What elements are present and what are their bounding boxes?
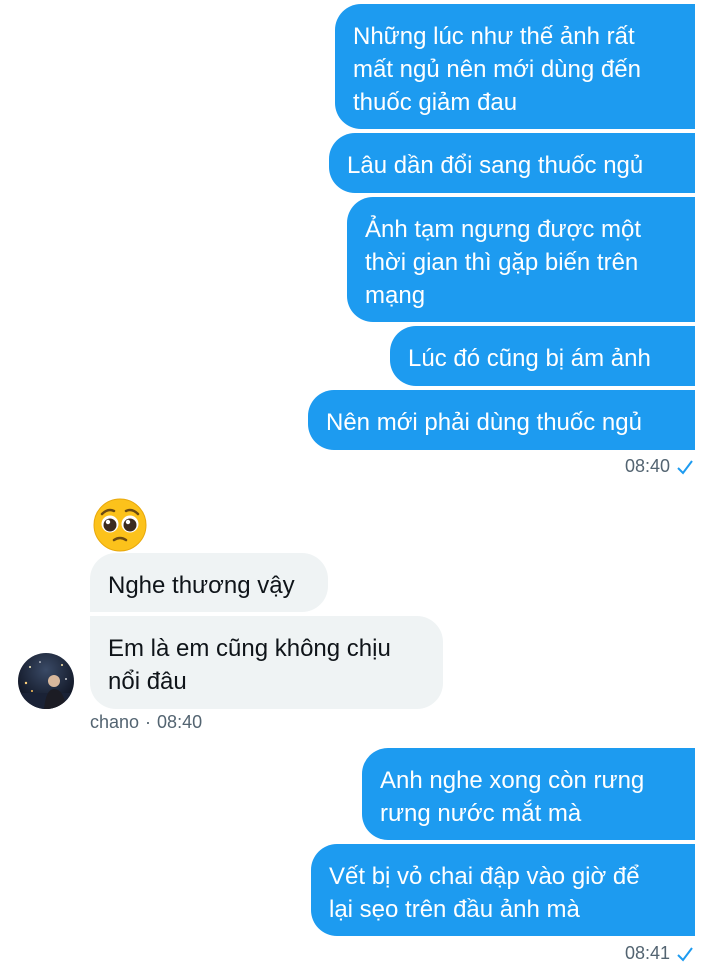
timestamp-text: 08:41 [624,943,670,963]
checkmark-icon [677,946,693,962]
message-bubble-incoming[interactable]: Nghe thương vậy [90,553,328,612]
message-bubble-outgoing[interactable]: Ảnh tạm ngưng được một thời gian thì gặp… [347,197,695,322]
timestamp-text: 08:40 [624,456,670,476]
message-bubble-outgoing[interactable]: Vết bị vỏ chai đập vào giờ để lại sẹo tr… [311,844,695,936]
timestamp-text: 08:40 [157,712,203,732]
sender-meta: chano · 08:40 [90,712,202,733]
avatar-image [18,653,74,709]
message-bubble-outgoing[interactable]: Anh nghe xong còn rưng rưng nước mắt mà [362,748,695,840]
message-bubble-incoming[interactable]: Em là em cũng không chịu nổi đâu [90,616,443,709]
pleading-face-emoji[interactable] [92,497,148,553]
message-bubble-outgoing[interactable]: Lúc đó cũng bị ám ảnh [390,326,695,386]
message-bubble-outgoing[interactable]: Những lúc như thế ảnh rất mất ngủ nên mớ… [335,4,695,129]
checkmark-icon [677,459,693,475]
message-timestamp: 08:40 [625,456,694,477]
avatar[interactable] [18,653,74,709]
message-bubble-outgoing[interactable]: Lâu dần đổi sang thuốc ngủ [329,133,695,193]
message-bubble-outgoing[interactable]: Nên mới phải dùng thuốc ngủ [308,390,695,450]
sender-name[interactable]: chano [90,712,139,733]
message-timestamp: 08:41 [625,943,694,964]
meta-separator: · [145,712,152,732]
